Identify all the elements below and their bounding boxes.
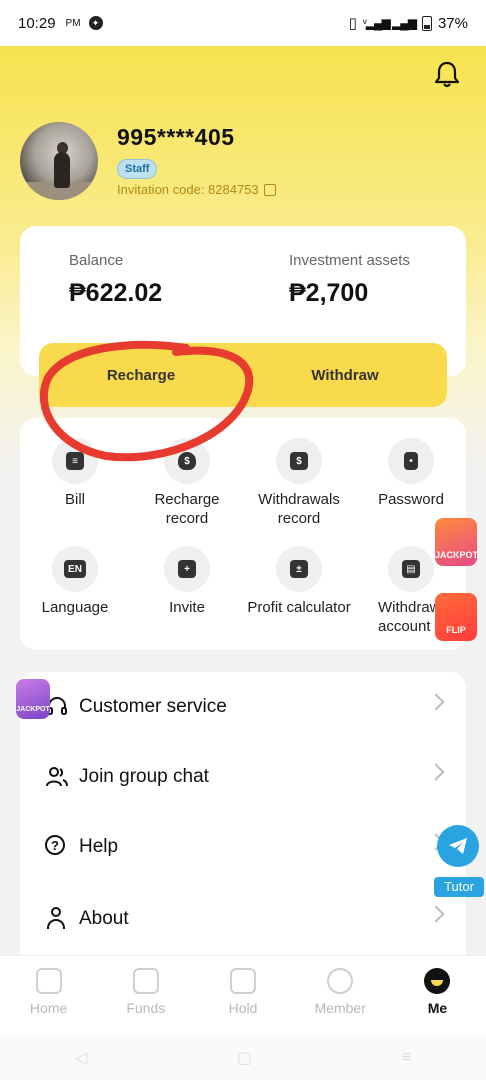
list-item-help[interactable]: ? Help xyxy=(20,812,466,882)
nav-label: Home xyxy=(29,1000,68,1016)
grid-item-recharge-record[interactable]: $ Recharge record xyxy=(132,438,242,528)
nav-label: Member xyxy=(314,1000,366,1016)
group-icon xyxy=(45,765,69,789)
list-item-about[interactable]: About xyxy=(20,884,466,954)
grid-item-bill[interactable]: ≡ Bill xyxy=(20,438,130,509)
nav-funds[interactable]: Funds xyxy=(97,956,194,1036)
grid-label: Recharge record xyxy=(154,491,220,527)
list-label: About xyxy=(79,908,129,929)
grid-item-password[interactable]: • Password xyxy=(356,438,466,509)
grid-label: Invite xyxy=(169,599,205,616)
promo-label: JACKPOT xyxy=(435,550,479,560)
telegram-icon[interactable] xyxy=(437,825,479,867)
language-glyph: EN xyxy=(64,560,86,578)
recents-icon[interactable]: ≡ xyxy=(402,1049,411,1067)
copy-icon[interactable] xyxy=(263,183,276,196)
grid-label: Bill xyxy=(64,491,85,508)
home-button-icon[interactable]: ▢ xyxy=(237,1048,252,1068)
chevron-right-icon xyxy=(427,905,445,923)
status-bar: 10:29 PM ✦ ▯ ᵛ▂▄▆ ▂▄▆ 37% xyxy=(0,0,486,46)
jackpot-promo-icon[interactable]: JACKPOT xyxy=(435,518,479,566)
balance-value: ₱622.02 xyxy=(69,279,163,307)
gift-icon: + xyxy=(164,546,210,592)
grid-item-withdrawals-record[interactable]: $ Withdrawals record xyxy=(244,438,354,528)
account-card-icon: ▤ xyxy=(388,546,434,592)
grid-item-profit-calculator[interactable]: ± Profit calculator xyxy=(244,546,354,617)
balance-actions: Recharge Withdraw xyxy=(39,343,447,407)
grid-label: Withdrawals record xyxy=(258,491,340,527)
vibrate-icon: ▯ xyxy=(348,15,357,32)
grid-item-invite[interactable]: + Invite xyxy=(132,546,242,617)
avatar[interactable] xyxy=(20,122,98,200)
signal-icon: ᵛ▂▄▆ ▂▄▆ xyxy=(362,16,417,30)
nav-label: Me xyxy=(427,1000,448,1016)
invitation-code[interactable]: Invitation code: 8284753 xyxy=(117,182,276,197)
nav-member[interactable]: Member xyxy=(292,956,389,1036)
grid-label: Language xyxy=(41,599,109,616)
nav-home[interactable]: Home xyxy=(0,956,97,1036)
list-label: Help xyxy=(79,836,119,857)
home-icon xyxy=(35,968,62,994)
tutor-button[interactable]: Tutor xyxy=(434,877,484,897)
list-item-customer-service[interactable]: Customer service xyxy=(20,672,466,742)
list-label: Join group chat xyxy=(79,766,209,787)
nav-hold[interactable]: Hold xyxy=(194,956,291,1036)
jackpot-slots-promo-icon[interactable]: JACKPOT xyxy=(16,679,50,719)
money-bag-icon: $ xyxy=(164,438,210,484)
feature-grid: ≡ Bill $ Recharge record $ Withdrawals r… xyxy=(20,418,466,650)
bill-icon: ≡ xyxy=(52,438,98,484)
bottom-nav: Home Funds Hold Member Me xyxy=(0,955,486,1036)
withdraw-button[interactable]: Withdraw xyxy=(243,367,447,384)
assets-label: Investment assets xyxy=(289,252,410,269)
staff-badge: Staff xyxy=(117,159,158,179)
member-icon xyxy=(327,968,354,994)
calculator-icon: ± xyxy=(276,546,322,592)
list-label: Customer service xyxy=(79,696,227,717)
grid-label: Password xyxy=(378,491,444,508)
nav-label: Hold xyxy=(228,1000,258,1016)
recharge-button[interactable]: Recharge xyxy=(39,367,243,384)
chevron-right-icon xyxy=(427,693,445,711)
settings-list: Customer service Join group chat ? Help … xyxy=(20,672,466,962)
status-time: 10:29 xyxy=(18,14,56,32)
flip-promo-icon[interactable]: FLIP xyxy=(435,593,477,641)
nav-label: Funds xyxy=(126,1000,166,1016)
grid-item-language[interactable]: EN Language xyxy=(20,546,130,617)
user-icon xyxy=(45,907,69,931)
lock-icon: • xyxy=(388,438,434,484)
me-icon xyxy=(424,968,451,994)
balance-label: Balance xyxy=(69,252,124,269)
battery-percent: 37% xyxy=(437,14,468,32)
funds-icon xyxy=(132,968,159,994)
status-ampm: PM xyxy=(65,17,81,29)
briefcase-icon xyxy=(230,968,256,994)
language-icon: EN xyxy=(52,546,98,592)
promo-label: JACKPOT xyxy=(16,706,50,713)
list-item-join-group-chat[interactable]: Join group chat xyxy=(20,742,466,812)
assets-value: ₱2,700 xyxy=(289,279,369,307)
grid-label: Profit calculator xyxy=(247,599,351,616)
promo-label: FLIP xyxy=(446,625,466,635)
user-phone: 995****405 xyxy=(117,124,235,150)
chevron-right-icon xyxy=(427,763,445,781)
system-nav: ◁ ▢ ≡ xyxy=(0,1035,486,1080)
bell-icon[interactable] xyxy=(434,60,460,88)
invitation-code-text: Invitation code: 8284753 xyxy=(117,182,259,197)
battery-icon xyxy=(421,15,432,31)
back-icon[interactable]: ◁ xyxy=(75,1048,87,1068)
nav-me[interactable]: Me xyxy=(389,956,486,1036)
help-icon: ? xyxy=(45,835,69,859)
messenger-icon: ✦ xyxy=(88,16,103,30)
cash-box-icon: $ xyxy=(276,438,322,484)
